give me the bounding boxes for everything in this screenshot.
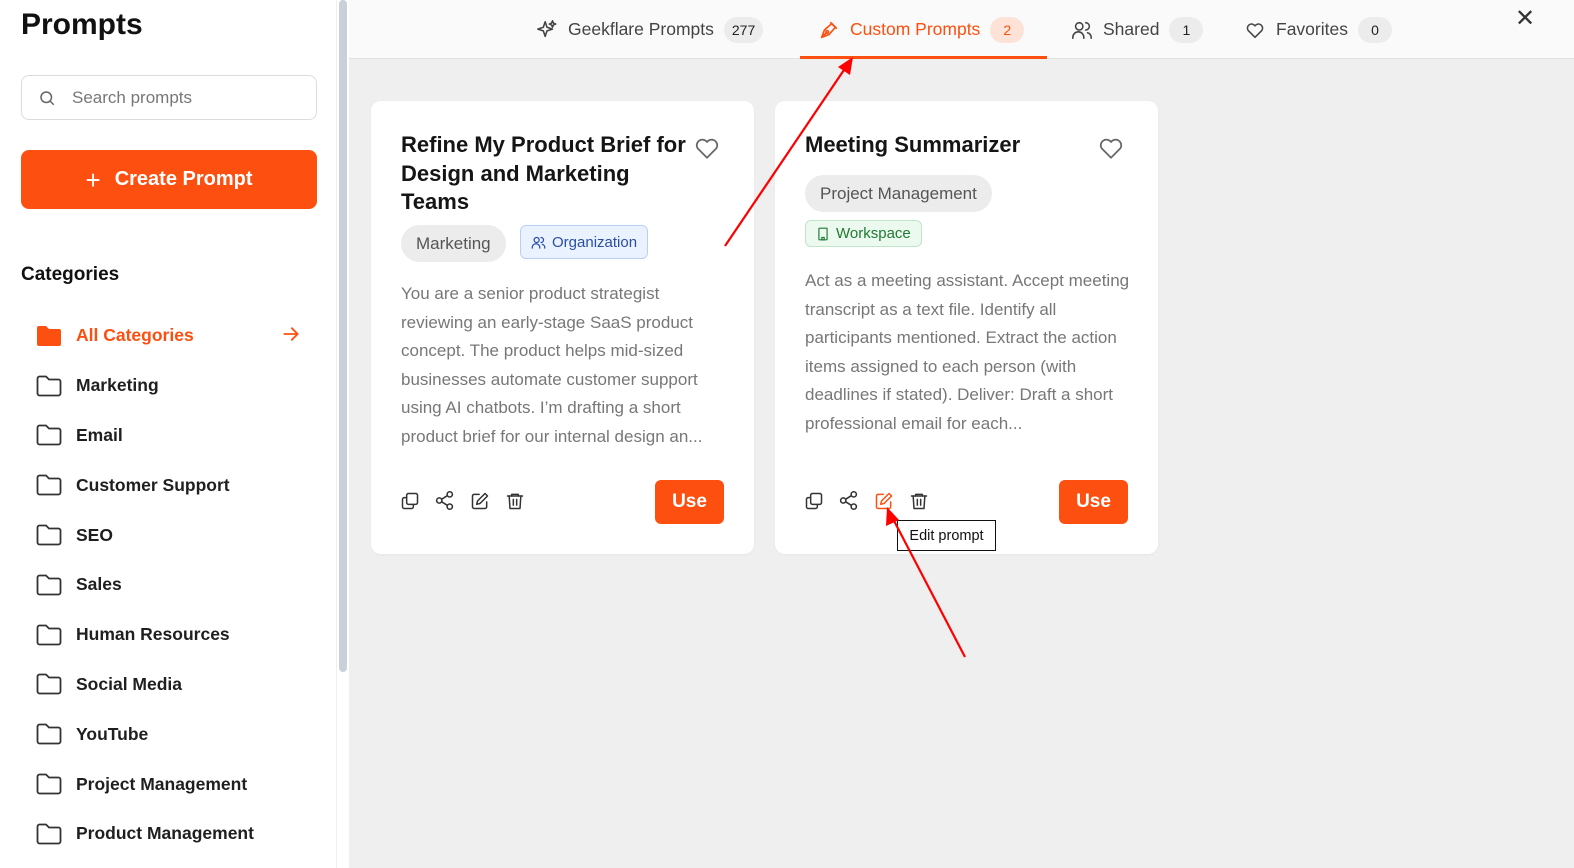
category-label: YouTube xyxy=(76,723,149,744)
favorite-heart-icon[interactable] xyxy=(1098,136,1124,160)
visibility-label: Organization xyxy=(552,233,638,251)
folder-icon xyxy=(36,574,62,596)
pen-icon xyxy=(820,21,838,38)
tab-label: Geekflare Prompts xyxy=(568,19,714,39)
category-label: Marketing xyxy=(76,375,159,396)
create-prompt-label: Create Prompt xyxy=(114,168,253,190)
prompt-card[interactable]: Meeting Summarizer Project Management Wo… xyxy=(775,101,1158,554)
category-list: All Categories Marketing Email Customer … xyxy=(21,311,321,859)
search-input[interactable] xyxy=(72,84,302,112)
category-label: Customer Support xyxy=(76,474,230,495)
tab-count-badge: 1 xyxy=(1169,16,1204,43)
edit-icon[interactable] xyxy=(469,490,490,511)
prompt-card-title: Refine My Product Brief for Design and M… xyxy=(401,132,686,214)
folder-icon xyxy=(36,375,62,397)
sparkle-icon xyxy=(537,19,557,37)
folder-icon xyxy=(36,723,62,745)
folder-icon xyxy=(36,674,62,695)
category-label: All Categories xyxy=(76,325,194,346)
tab-count-badge: 2 xyxy=(990,16,1025,43)
copy-icon[interactable] xyxy=(803,490,824,511)
category-item-marketing[interactable]: Marketing xyxy=(21,361,321,411)
search-box[interactable] xyxy=(21,75,317,120)
tab-count-badge: 277 xyxy=(723,16,764,43)
visibility-tag-organization: Organization xyxy=(520,225,649,259)
active-tab-underline xyxy=(800,56,1047,59)
category-label: Project Management xyxy=(76,773,248,794)
close-icon[interactable]: ✕ xyxy=(1515,4,1535,33)
visibility-tag-workspace: Workspace xyxy=(805,220,922,247)
tab-favorites[interactable]: Favorites 0 xyxy=(1244,0,1392,59)
folder-icon xyxy=(36,474,62,496)
category-item-all-categories[interactable]: All Categories xyxy=(21,311,321,361)
tab-label: Shared xyxy=(1103,19,1160,39)
tab-label: Favorites xyxy=(1276,19,1348,39)
tab-custom-prompts[interactable]: Custom Prompts 2 xyxy=(818,0,1025,59)
category-chip: Marketing xyxy=(401,225,506,262)
tab-shared[interactable]: Shared 1 xyxy=(1071,0,1204,59)
prompt-card-description: You are a senior product strategist revi… xyxy=(401,284,703,446)
category-item-social-media[interactable]: Social Media xyxy=(21,660,321,710)
create-prompt-button[interactable]: + Create Prompt xyxy=(21,150,317,209)
category-item-sales[interactable]: Sales xyxy=(21,560,321,610)
share-icon[interactable] xyxy=(434,490,455,511)
prompt-card-title: Meeting Summarizer xyxy=(805,132,1021,157)
categories-heading: Categories xyxy=(21,264,120,285)
arrow-right-icon xyxy=(283,327,299,341)
category-item-product-management[interactable]: Product Management xyxy=(21,809,321,859)
heart-icon xyxy=(1246,22,1264,38)
tab-label: Custom Prompts xyxy=(850,19,981,39)
prompt-card[interactable]: Refine My Product Brief for Design and M… xyxy=(371,101,754,554)
folder-icon xyxy=(36,773,62,795)
category-label: Product Management xyxy=(76,823,254,844)
sidebar-title: Prompts xyxy=(21,8,143,41)
search-icon xyxy=(40,91,55,106)
tab-geekflare-prompts[interactable]: Geekflare Prompts 277 xyxy=(536,0,764,59)
category-label: Sales xyxy=(76,574,122,595)
card-actions xyxy=(803,490,929,511)
tab-bar: Geekflare Prompts 277 Custom Prompts 2 S… xyxy=(349,0,1574,59)
folder-icon xyxy=(36,425,62,446)
category-label: Email xyxy=(76,424,123,445)
category-label: Social Media xyxy=(76,673,183,694)
category-chip: Project Management xyxy=(805,175,992,212)
prompt-card-description: Act as a meeting assistant. Accept meeti… xyxy=(805,271,1130,433)
category-label: SEO xyxy=(76,524,113,545)
users-icon xyxy=(531,236,546,249)
category-label: Human Resources xyxy=(76,624,230,645)
category-item-seo[interactable]: SEO xyxy=(21,510,321,560)
share-icon[interactable] xyxy=(838,490,859,511)
scrollbar-thumb[interactable] xyxy=(339,0,347,672)
use-button[interactable]: Use xyxy=(1059,480,1128,524)
favorite-heart-icon[interactable] xyxy=(694,136,720,160)
folder-filled-icon xyxy=(37,325,61,346)
sidebar: Prompts + Create Prompt Categories All C… xyxy=(0,0,336,868)
category-item-email[interactable]: Email xyxy=(21,411,321,461)
folder-icon xyxy=(36,823,62,845)
building-icon xyxy=(818,227,828,240)
users-icon xyxy=(1072,21,1092,39)
use-button[interactable]: Use xyxy=(655,480,724,524)
copy-icon[interactable] xyxy=(399,490,420,511)
sidebar-scrollbar[interactable] xyxy=(337,0,349,868)
category-item-youtube[interactable]: YouTube xyxy=(21,709,321,759)
category-item-customer-support[interactable]: Customer Support xyxy=(21,460,321,510)
category-item-project-management[interactable]: Project Management xyxy=(21,759,321,809)
visibility-label: Workspace xyxy=(836,225,911,242)
category-item-human-resources[interactable]: Human Resources xyxy=(21,610,321,660)
edit-prompt-tooltip: Edit prompt xyxy=(897,520,996,551)
edit-icon[interactable] xyxy=(873,490,894,511)
folder-icon xyxy=(36,524,62,546)
folder-icon xyxy=(36,624,62,646)
tab-count-badge: 0 xyxy=(1357,16,1392,43)
plus-icon: + xyxy=(85,164,101,195)
trash-icon[interactable] xyxy=(908,490,929,511)
trash-icon[interactable] xyxy=(504,490,525,511)
card-actions xyxy=(399,490,525,511)
